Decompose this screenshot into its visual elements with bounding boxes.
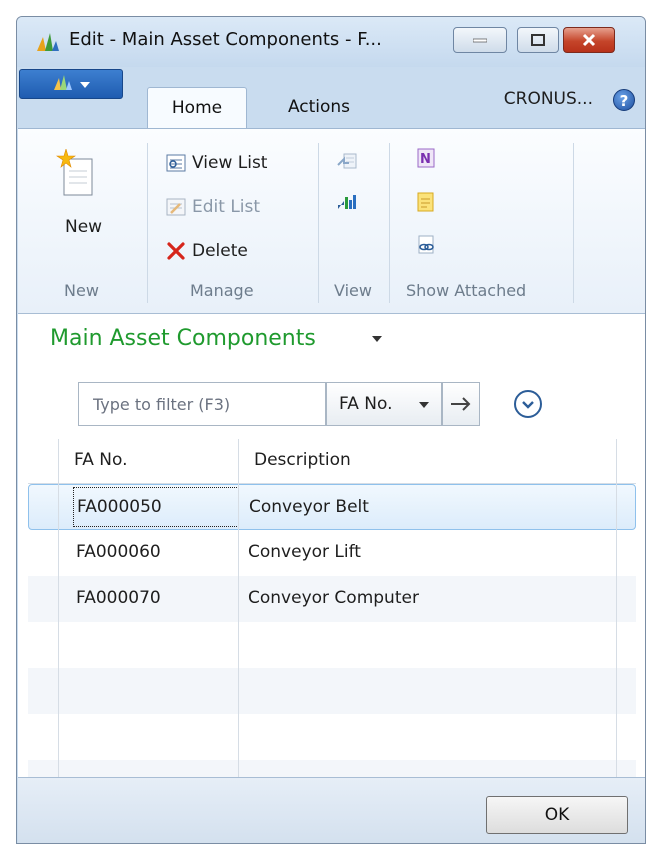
data-grid: FA No. Description FA000050 Conveyor Bel… — [28, 439, 636, 777]
app-menu-button[interactable] — [19, 69, 123, 99]
ok-button[interactable]: OK — [486, 796, 628, 834]
onenote-icon[interactable]: N — [414, 147, 436, 169]
ribbon-group-view-label: View — [334, 281, 372, 300]
filter-input[interactable] — [79, 383, 323, 425]
notes-icon[interactable] — [414, 191, 436, 213]
title-bar: Edit - Main Asset Components - F... — [17, 17, 645, 67]
empty-row — [28, 668, 636, 714]
expand-filter-button[interactable] — [514, 390, 542, 418]
cell-fa-no[interactable]: FA000050 — [77, 497, 162, 517]
links-icon[interactable] — [414, 233, 436, 255]
empty-row — [28, 622, 636, 668]
dialog-window: Edit - Main Asset Components - F... Home… — [16, 16, 646, 844]
company-name[interactable]: CRONUS... — [504, 89, 593, 109]
table-row[interactable]: FA000050 Conveyor Belt — [28, 484, 636, 530]
ribbon: New New View List Edit List Delete Manag… — [18, 128, 645, 314]
ribbon-separator — [573, 143, 574, 303]
close-icon — [582, 33, 596, 47]
window-title: Edit - Main Asset Components - F... — [69, 29, 382, 50]
cell-description[interactable]: Conveyor Lift — [248, 542, 361, 562]
help-icon[interactable]: ? — [613, 89, 635, 111]
new-button[interactable]: New — [65, 217, 102, 237]
filter-field-select[interactable]: FA No. — [326, 382, 442, 426]
new-document-icon[interactable] — [56, 149, 94, 197]
content-area: Main Asset Components FA No. FA No. Desc… — [18, 314, 645, 777]
ribbon-separator — [318, 143, 319, 303]
edit-list-button[interactable]: Edit List — [166, 193, 260, 221]
column-header-description[interactable]: Description — [254, 450, 351, 470]
filter-field-value: FA No. — [339, 394, 393, 414]
minimize-button[interactable] — [453, 27, 507, 53]
cell-fa-no[interactable]: FA000060 — [76, 542, 161, 562]
empty-row — [28, 714, 636, 760]
app-menu-icon — [54, 75, 90, 90]
ribbon-group-show-attached-label: Show Attached — [406, 281, 527, 300]
apply-filter-button[interactable] — [442, 382, 480, 426]
delete-icon — [167, 242, 185, 260]
ribbon-group-manage-label: Manage — [190, 281, 254, 300]
empty-row — [28, 760, 636, 777]
grid-line — [238, 439, 239, 777]
view-list-label: View List — [192, 153, 268, 173]
filter-box — [78, 382, 326, 426]
edit-list-label: Edit List — [192, 197, 261, 217]
dialog-footer: OK — [18, 777, 645, 843]
edit-list-icon — [166, 198, 186, 216]
maximize-button[interactable] — [517, 27, 559, 53]
ribbon-separator — [389, 143, 390, 303]
page-title[interactable]: Main Asset Components — [50, 326, 316, 351]
column-header-fa-no[interactable]: FA No. — [74, 450, 127, 470]
minimize-icon — [473, 38, 487, 43]
grid-line — [58, 439, 59, 777]
dynamics-nav-icon — [37, 33, 59, 51]
table-row[interactable]: FA000070 Conveyor Computer — [28, 576, 636, 622]
grid-line — [616, 439, 617, 777]
next-record-icon[interactable] — [336, 191, 358, 213]
tab-actions[interactable]: Actions — [269, 87, 369, 129]
chevron-down-icon — [522, 401, 534, 409]
maximize-icon — [531, 34, 545, 46]
table-row[interactable]: FA000060 Conveyor Lift — [28, 530, 636, 576]
delete-label: Delete — [192, 241, 248, 261]
delete-button[interactable]: Delete — [166, 237, 248, 265]
cell-description[interactable]: Conveyor Belt — [249, 497, 369, 517]
cell-description[interactable]: Conveyor Computer — [248, 588, 419, 608]
ribbon-separator — [147, 143, 148, 303]
grid-header: FA No. Description — [28, 439, 636, 484]
ribbon-group-new-label: New — [64, 281, 99, 300]
previous-record-icon[interactable] — [336, 151, 358, 173]
svg-text:N: N — [420, 152, 431, 167]
view-list-button[interactable]: View List — [166, 149, 267, 177]
tab-home[interactable]: Home — [147, 87, 247, 129]
cell-fa-no[interactable]: FA000070 — [76, 588, 161, 608]
arrow-right-icon — [451, 397, 471, 411]
view-list-icon — [166, 154, 186, 172]
chevron-down-icon[interactable] — [372, 336, 382, 342]
close-button[interactable] — [563, 27, 615, 53]
dropdown-arrow-icon — [419, 402, 429, 408]
